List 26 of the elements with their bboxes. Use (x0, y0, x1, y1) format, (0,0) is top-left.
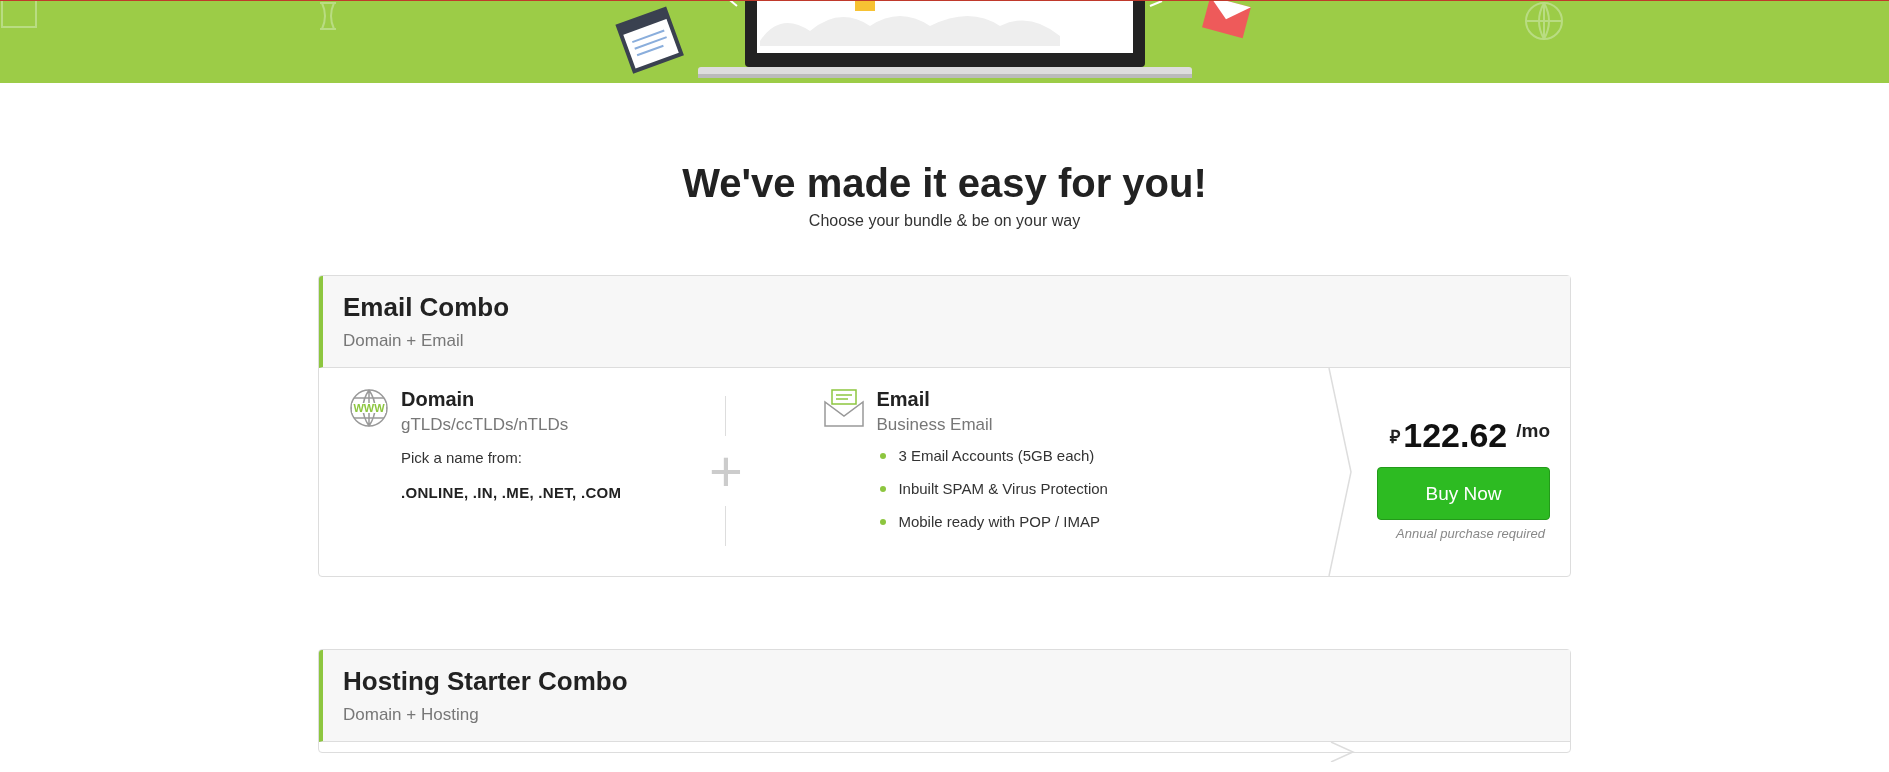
bullet-icon (880, 452, 887, 459)
page-subtitle: Choose your bundle & be on your way (808, 213, 1081, 229)
feature-text: Mobile ready with POP / IMAP (898, 513, 1100, 530)
bundle-title: Email Combo (343, 292, 510, 323)
bullet-icon (880, 485, 887, 492)
pick-label: Pick a name from: (401, 449, 522, 466)
www-label: WWW (353, 402, 385, 414)
buy-now-button[interactable]: Buy Now (1377, 467, 1550, 520)
bundle-subtitle: Domain + Email (343, 331, 464, 351)
feature-text: Inbuilt SPAM & Virus Protection (898, 480, 1108, 497)
page-title: We've made it easy for you! (682, 163, 1207, 203)
purchase-note: Annual purchase required (1396, 526, 1545, 541)
currency-symbol: ₽ (1390, 426, 1401, 448)
feature-text: 3 Email Accounts (5GB each) (898, 447, 1095, 464)
email-title: Email (876, 388, 930, 411)
price-amount: 122.62 (1403, 416, 1508, 455)
plus-sign: + (709, 442, 743, 500)
bundle-subtitle: Domain + Hosting (343, 705, 479, 725)
bundle-title: Hosting Starter Combo (343, 666, 628, 697)
domain-type: gTLDs/ccTLDs/nTLDs (401, 415, 569, 435)
bullet-icon (880, 518, 887, 525)
price-period: /mo (1516, 420, 1550, 442)
domain-extensions: .ONLINE, .IN, .ME, .NET, .COM (401, 484, 622, 501)
email-type: Business Email (876, 415, 993, 435)
domain-title: Domain (401, 388, 475, 411)
envelope-icon (824, 388, 865, 428)
